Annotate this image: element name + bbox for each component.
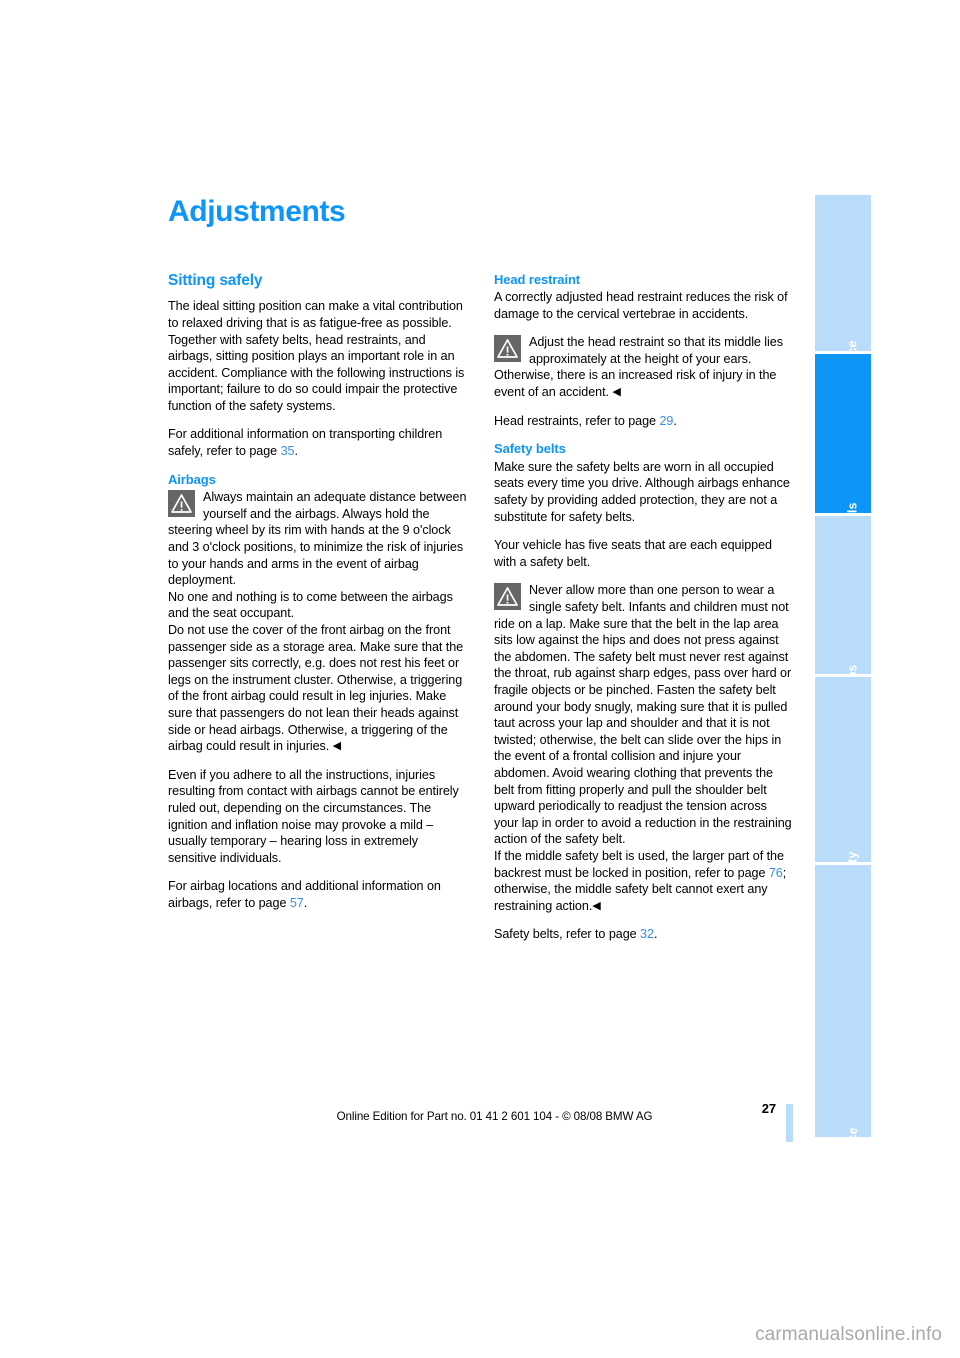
paragraph-safety-belts-intro: Make sure the safety belts are worn in a… bbox=[494, 459, 790, 524]
page-link-76[interactable]: 76 bbox=[769, 866, 783, 880]
side-tab-label: Reference bbox=[846, 1127, 860, 1137]
two-column-body: Sitting safely The ideal sitting positio… bbox=[168, 272, 793, 955]
warning-triangle-icon bbox=[494, 335, 521, 363]
paragraph-safety-belts-reference: Safety belts, refer to page 32. bbox=[494, 926, 793, 943]
paragraph-safety-belts-middle: If the middle safety belt is used, the l… bbox=[494, 848, 793, 914]
warning-block-head-restraint: Adjust the head restraint so that its mi… bbox=[494, 334, 793, 400]
page-edge-marker bbox=[786, 1104, 793, 1142]
warning-block-safety-belts: Never allow more than one person to wear… bbox=[494, 582, 793, 848]
page-footer: 27 Online Edition for Part no. 01 41 2 6… bbox=[168, 1101, 793, 1142]
end-of-warning-marker: ◀ bbox=[612, 386, 621, 399]
children-ref-period: . bbox=[294, 444, 298, 459]
side-tab-label: Controls bbox=[846, 503, 860, 513]
paragraph-children-reference: For additional information on transporti… bbox=[168, 426, 467, 459]
side-tab-reference[interactable]: Reference bbox=[815, 864, 871, 1137]
side-tab-at-a-glance[interactable]: At a glance bbox=[815, 195, 871, 351]
end-of-warning-marker: ◀ bbox=[332, 740, 342, 753]
page-link-29[interactable]: 29 bbox=[659, 414, 673, 428]
page-content: Adjustments Sitting safely The ideal sit… bbox=[168, 196, 793, 955]
left-column: Sitting safely The ideal sitting positio… bbox=[168, 272, 467, 924]
paragraph-airbags-warning-3: Do not use the cover of the front airbag… bbox=[168, 622, 467, 755]
children-ref-text: For additional information on transporti… bbox=[168, 427, 443, 459]
page-link-35[interactable]: 35 bbox=[281, 444, 295, 458]
warning-text-safety-belts: Never allow more than one person to wear… bbox=[494, 583, 792, 847]
page-link-32[interactable]: 32 bbox=[640, 927, 654, 941]
safety-belts-ref-period: . bbox=[653, 927, 658, 942]
footer-edition-note: Online Edition for Part no. 01 41 2 601 … bbox=[336, 1110, 653, 1123]
side-tab-mobility[interactable]: Mobility bbox=[815, 677, 871, 862]
subsection-heading-airbags: Airbags bbox=[168, 471, 216, 487]
manual-page: At a glance Controls Driving tips Mobili… bbox=[0, 0, 960, 1358]
warning-text-head-restraint: Adjust the head restraint so that its mi… bbox=[494, 335, 783, 400]
head-restraint-ref-text: Head restraints, refer to page bbox=[494, 413, 660, 428]
side-tab-label: Mobility bbox=[846, 852, 860, 862]
page-title: Adjustments bbox=[168, 195, 346, 228]
warning-triangle-icon bbox=[168, 490, 195, 518]
paragraph-airbags-reference: For airbag locations and additional info… bbox=[168, 878, 467, 911]
paragraph-sitting-safely-intro: The ideal sitting position can make a vi… bbox=[168, 299, 465, 413]
paragraph-airbags-warning-2: No one and nothing is to come between th… bbox=[168, 589, 453, 621]
safety-belts-ref-text: Safety belts, refer to page bbox=[494, 927, 641, 942]
side-tab-label: At a glance bbox=[846, 341, 860, 351]
page-number: 27 bbox=[761, 1101, 776, 1116]
side-tab-label: Driving tips bbox=[846, 664, 860, 674]
airbags-ref-period: . bbox=[303, 895, 308, 910]
paragraph-safety-belts-seats: Your vehicle has five seats that are eac… bbox=[494, 538, 772, 569]
paragraph-airbags-note: Even if you adhere to all the instructio… bbox=[168, 767, 459, 865]
side-navigation: At a glance Controls Driving tips Mobili… bbox=[815, 195, 871, 1140]
subsection-heading-safety-belts: Safety belts bbox=[494, 441, 566, 457]
middle-belt-text-before: If the middle safety belt is used, the l… bbox=[494, 848, 784, 880]
watermark: carmanualsonline.info bbox=[755, 1324, 942, 1345]
paragraph-head-restraint-intro: A correctly adjusted head restraint redu… bbox=[494, 290, 788, 321]
warning-block-airbags: Always maintain an adequate distance bet… bbox=[168, 489, 467, 589]
paragraph-head-restraint-reference: Head restraints, refer to page 29. bbox=[494, 413, 793, 430]
head-restraint-ref-period: . bbox=[673, 413, 677, 428]
page-link-57[interactable]: 57 bbox=[290, 896, 304, 910]
warning-text-airbags: Always maintain an adequate distance bet… bbox=[168, 490, 467, 588]
warning-triangle-icon bbox=[494, 583, 521, 611]
right-column: Head restraint A correctly adjusted head… bbox=[494, 272, 793, 955]
end-of-warning-marker: ◀ bbox=[592, 899, 601, 912]
side-tab-controls[interactable]: Controls bbox=[815, 353, 871, 513]
section-heading-sitting-safely: Sitting safely bbox=[168, 271, 263, 289]
side-tab-driving-tips[interactable]: Driving tips bbox=[815, 515, 871, 675]
airbags-warning-3-text: Do not use the cover of the front airbag… bbox=[168, 623, 464, 754]
subsection-heading-head-restraint: Head restraint bbox=[494, 271, 581, 287]
